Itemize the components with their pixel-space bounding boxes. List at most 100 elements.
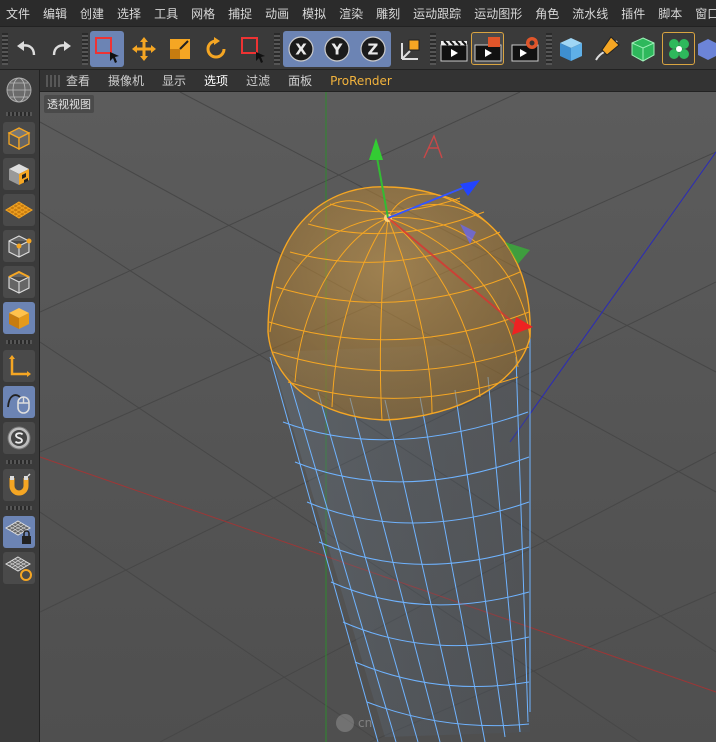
main-toolbar: X Y Z bbox=[0, 26, 716, 70]
pen-icon bbox=[594, 35, 620, 61]
snap-button[interactable] bbox=[3, 469, 35, 501]
grid-plane-icon bbox=[5, 201, 33, 219]
scale-button[interactable] bbox=[163, 32, 196, 65]
menu-character[interactable]: 角色 bbox=[535, 5, 559, 22]
selection-filter-icon bbox=[240, 36, 265, 63]
axis-y-icon: Y bbox=[323, 35, 350, 62]
render-region-icon bbox=[474, 36, 501, 61]
undo-icon bbox=[16, 40, 35, 55]
workplane-lock-button[interactable] bbox=[3, 516, 35, 548]
menu-file[interactable]: 文件 bbox=[6, 5, 30, 22]
deformer-button[interactable] bbox=[698, 32, 716, 65]
menu-tools[interactable]: 工具 bbox=[154, 5, 178, 22]
render-view-button[interactable] bbox=[437, 32, 470, 65]
menu-snap[interactable]: 捕捉 bbox=[228, 5, 252, 22]
menu-create[interactable]: 创建 bbox=[80, 5, 104, 22]
toolbar-separator bbox=[430, 33, 436, 65]
model-mode-button[interactable] bbox=[3, 122, 35, 154]
axis-x-button[interactable]: X bbox=[284, 32, 317, 65]
edges-cube-icon bbox=[8, 270, 30, 294]
selection-filter-button[interactable] bbox=[236, 32, 269, 65]
coordinate-system-icon bbox=[400, 39, 419, 60]
viewport-menu-display[interactable]: 显示 bbox=[162, 72, 186, 89]
deformer-icon bbox=[698, 38, 716, 60]
viewport-menu-bar: 查看 摄像机 显示 选项 过滤 面板 ProRender bbox=[40, 70, 716, 92]
mouse-icon bbox=[7, 394, 30, 414]
menu-window[interactable]: 窗口 bbox=[695, 5, 716, 22]
redo-button[interactable] bbox=[44, 32, 77, 65]
solo-button[interactable] bbox=[3, 422, 35, 454]
menu-render[interactable]: 渲染 bbox=[339, 5, 363, 22]
menu-bar: 文件 编辑 创建 选择 工具 网格 捕捉 动画 模拟 渲染 雕刻 运动跟踪 运动… bbox=[0, 0, 716, 26]
subdivision-surface-icon bbox=[631, 36, 654, 62]
live-selection-button[interactable] bbox=[90, 32, 123, 65]
toolbar-grip[interactable] bbox=[2, 33, 8, 65]
left-toolbar-separator bbox=[6, 506, 32, 510]
grid-lock-icon bbox=[5, 520, 31, 544]
polygons-mode-button[interactable] bbox=[3, 302, 35, 334]
viewport-menu-camera[interactable]: 摄像机 bbox=[108, 72, 144, 89]
cloner-button[interactable] bbox=[662, 32, 695, 65]
checker-cube-icon bbox=[9, 164, 29, 185]
viewport-menu-prorender[interactable]: ProRender bbox=[330, 74, 392, 88]
polygons-cube-icon bbox=[9, 308, 29, 329]
left-toolbar-separator bbox=[6, 112, 32, 116]
points-mode-button[interactable] bbox=[3, 230, 35, 262]
toolbar-separator bbox=[82, 33, 88, 65]
menu-sculpt[interactable]: 雕刻 bbox=[376, 5, 400, 22]
perspective-viewport[interactable]: 透视视图 cn bbox=[40, 92, 716, 742]
axis-y-button[interactable]: Y bbox=[320, 32, 353, 65]
undo-button[interactable] bbox=[10, 32, 43, 65]
menu-simulate[interactable]: 模拟 bbox=[302, 5, 326, 22]
viewport-grip[interactable] bbox=[46, 75, 60, 87]
edges-mode-button[interactable] bbox=[3, 266, 35, 298]
svg-text:Z: Z bbox=[367, 40, 378, 58]
axis-mode-button[interactable] bbox=[3, 350, 35, 382]
workplane-button[interactable] bbox=[3, 194, 35, 226]
menu-motion-tracking[interactable]: 运动跟踪 bbox=[413, 5, 461, 22]
viewport-menu-panel[interactable]: 面板 bbox=[288, 72, 312, 89]
rotate-icon bbox=[206, 36, 225, 58]
workplane-align-button[interactable] bbox=[3, 552, 35, 584]
make-editable-button[interactable] bbox=[3, 74, 35, 106]
menu-script[interactable]: 脚本 bbox=[658, 5, 682, 22]
coordinate-system-button[interactable] bbox=[393, 32, 426, 65]
render-settings-button[interactable] bbox=[508, 32, 541, 65]
menu-select[interactable]: 选择 bbox=[117, 5, 141, 22]
viewport-label[interactable]: 透视视图 bbox=[44, 95, 94, 113]
svg-text:Y: Y bbox=[330, 40, 343, 58]
render-settings-icon bbox=[511, 36, 538, 61]
viewport-menu-filter[interactable]: 过滤 bbox=[246, 72, 270, 89]
scale-icon bbox=[169, 38, 190, 59]
gizmo-z-handle bbox=[460, 180, 480, 196]
viewport-menu-options[interactable]: 选项 bbox=[204, 72, 228, 89]
menu-mograph[interactable]: 运动图形 bbox=[474, 5, 522, 22]
subdivision-surface-button[interactable] bbox=[626, 32, 659, 65]
svg-text:X: X bbox=[295, 40, 307, 58]
selection-icon bbox=[94, 36, 119, 63]
rotate-button[interactable] bbox=[199, 32, 232, 65]
watermark-logo-icon bbox=[336, 714, 354, 732]
tweak-mode-button[interactable] bbox=[3, 386, 35, 418]
cloner-icon bbox=[668, 38, 689, 59]
clapperboard-icon bbox=[440, 39, 467, 61]
menu-mesh[interactable]: 网格 bbox=[191, 5, 215, 22]
viewport-menu-view[interactable]: 查看 bbox=[66, 72, 90, 89]
gizmo-y-handle bbox=[369, 138, 383, 160]
menu-animate[interactable]: 动画 bbox=[265, 5, 289, 22]
left-toolbar bbox=[0, 70, 40, 742]
pen-button[interactable] bbox=[590, 32, 623, 65]
move-button[interactable] bbox=[127, 32, 160, 65]
menu-pipeline[interactable]: 流水线 bbox=[572, 5, 608, 22]
menu-plugins[interactable]: 插件 bbox=[621, 5, 645, 22]
menu-edit[interactable]: 编辑 bbox=[43, 5, 67, 22]
axis-z-button[interactable]: Z bbox=[356, 32, 389, 65]
magnet-icon bbox=[9, 473, 31, 496]
texture-mode-button[interactable] bbox=[3, 158, 35, 190]
grid-align-icon bbox=[5, 556, 32, 581]
cube-button[interactable] bbox=[554, 32, 587, 65]
render-region-button[interactable] bbox=[471, 32, 504, 65]
solo-icon bbox=[7, 426, 31, 450]
viewport-scene bbox=[40, 92, 716, 742]
axis-x-icon: X bbox=[287, 35, 314, 62]
